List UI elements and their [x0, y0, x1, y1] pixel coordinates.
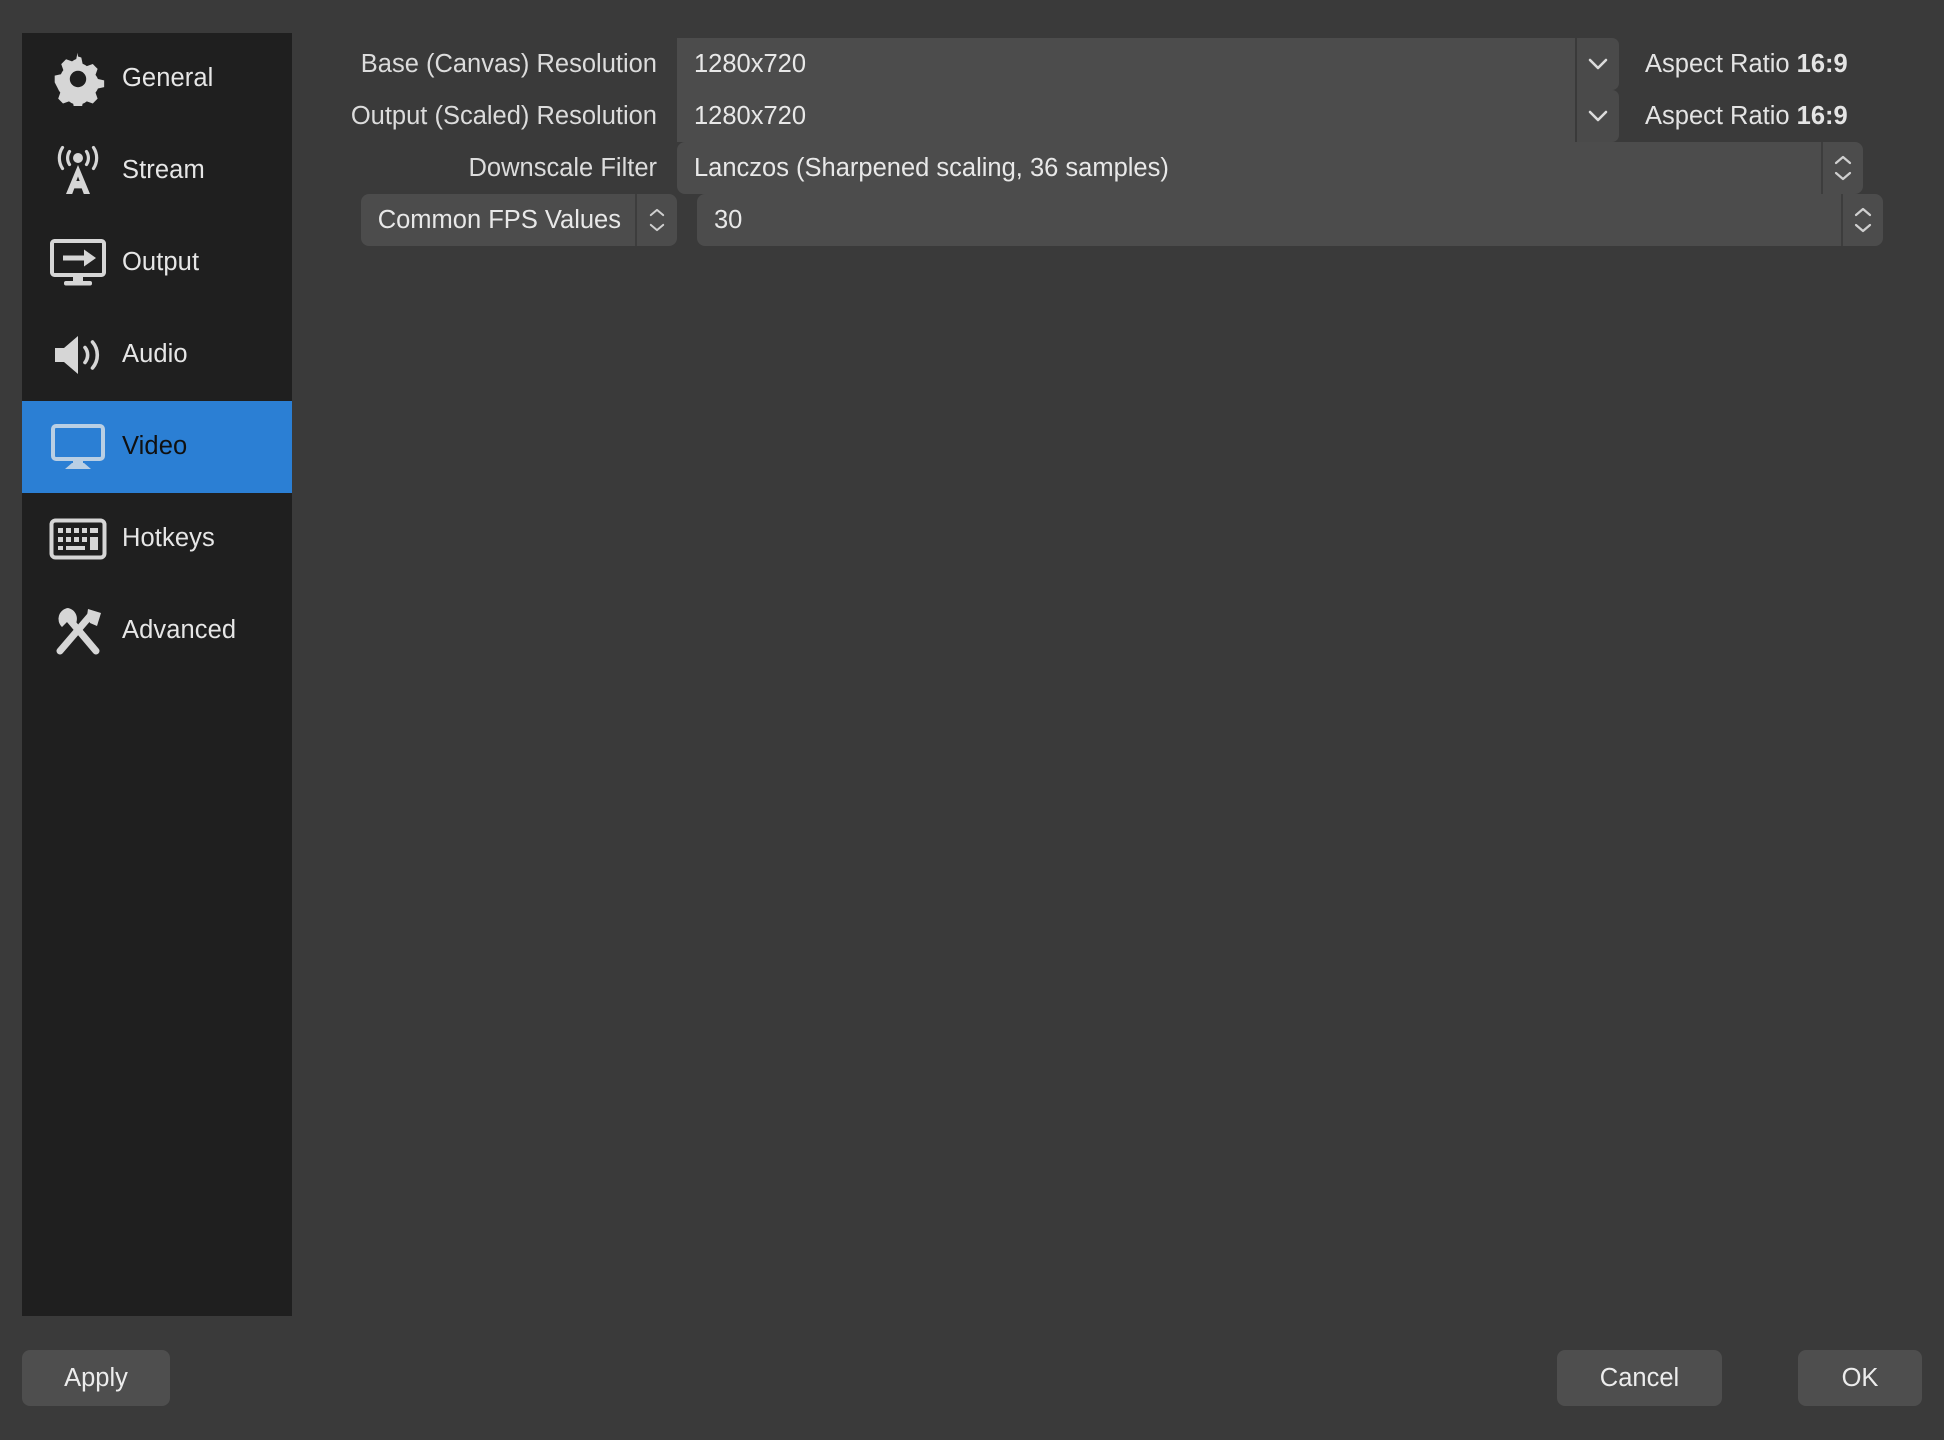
downscale-filter-value[interactable]: Lanczos (Sharpened scaling, 36 samples) [677, 142, 1821, 194]
stepper-up-down-icon[interactable] [1821, 142, 1863, 194]
fps-type-combobox[interactable]: Common FPS Values [361, 194, 677, 246]
base-aspect-ratio-value: 16:9 [1796, 49, 1848, 78]
broadcast-icon [48, 143, 108, 199]
dialog-footer: Apply Cancel OK [0, 1316, 1944, 1440]
output-resolution-input[interactable]: 1280x720 [677, 90, 1575, 142]
sidebar-item-hotkeys[interactable]: Hotkeys [22, 493, 292, 585]
obs-settings-window: General Stream Output Audio Video Hotkey… [0, 0, 1944, 1440]
row-downscale-filter: Downscale Filter Lanczos (Sharpened scal… [292, 142, 1863, 194]
sidebar-item-label: Stream [122, 156, 205, 185]
output-aspect-ratio-value: 16:9 [1796, 101, 1848, 130]
sidebar-item-label: Hotkeys [122, 524, 215, 553]
sidebar-item-video[interactable]: Video [22, 401, 292, 493]
row-output-resolution: Output (Scaled) Resolution 1280x720 Aspe… [292, 90, 1848, 142]
monitor-icon [48, 419, 108, 475]
video-settings-pane: Base (Canvas) Resolution 1280x720 Aspect… [292, 20, 1944, 1340]
gear-icon [48, 51, 108, 107]
ok-button[interactable]: OK [1798, 1350, 1922, 1406]
downscale-filter-select[interactable]: Lanczos (Sharpened scaling, 36 samples) [677, 142, 1863, 194]
row-base-resolution: Base (Canvas) Resolution 1280x720 Aspect… [292, 38, 1848, 90]
sidebar-item-advanced[interactable]: Advanced [22, 585, 292, 677]
apply-button[interactable]: Apply [22, 1350, 170, 1406]
output-resolution-label: Output (Scaled) Resolution [350, 101, 657, 130]
sidebar-item-label: Advanced [122, 616, 237, 645]
keyboard-icon [48, 511, 108, 567]
wrench-screwdriver-icon [48, 603, 108, 659]
base-resolution-input[interactable]: 1280x720 [677, 38, 1575, 90]
cancel-button[interactable]: Cancel [1557, 1350, 1722, 1406]
sidebar-item-stream[interactable]: Stream [22, 125, 292, 217]
settings-sidebar: General Stream Output Audio Video Hotkey… [22, 33, 292, 1316]
chevron-down-icon[interactable] [1575, 90, 1619, 142]
base-aspect-ratio: Aspect Ratio 16:9 [1645, 50, 1848, 79]
sidebar-item-label: General [122, 64, 214, 93]
downscale-filter-label: Downscale Filter [468, 153, 657, 182]
output-resolution-combobox[interactable]: 1280x720 [677, 90, 1619, 142]
base-resolution-combobox[interactable]: 1280x720 [677, 38, 1619, 90]
fps-type-value[interactable]: Common FPS Values [361, 194, 635, 246]
sidebar-item-audio[interactable]: Audio [22, 309, 292, 401]
base-aspect-ratio-label: Aspect Ratio [1645, 49, 1790, 78]
monitor-arrow-icon [48, 235, 108, 291]
sidebar-item-label: Output [122, 248, 200, 277]
output-aspect-ratio: Aspect Ratio 16:9 [1645, 102, 1848, 131]
fps-value-select[interactable]: 30 [697, 194, 1883, 246]
output-aspect-ratio-label: Aspect Ratio [1645, 101, 1790, 130]
sidebar-item-general[interactable]: General [22, 33, 292, 125]
sidebar-item-label: Video [122, 432, 188, 461]
fps-type-container: Common FPS Values [292, 194, 677, 246]
sidebar-item-label: Audio [122, 340, 188, 369]
row-fps: Common FPS Values 30 [292, 194, 1883, 246]
speaker-icon [48, 327, 108, 383]
stepper-up-down-icon[interactable] [1841, 194, 1883, 246]
sidebar-item-output[interactable]: Output [22, 217, 292, 309]
fps-value[interactable]: 30 [697, 194, 1841, 246]
base-resolution-label: Base (Canvas) Resolution [360, 49, 657, 78]
chevron-down-icon[interactable] [1575, 38, 1619, 90]
stepper-up-down-icon[interactable] [635, 194, 677, 246]
